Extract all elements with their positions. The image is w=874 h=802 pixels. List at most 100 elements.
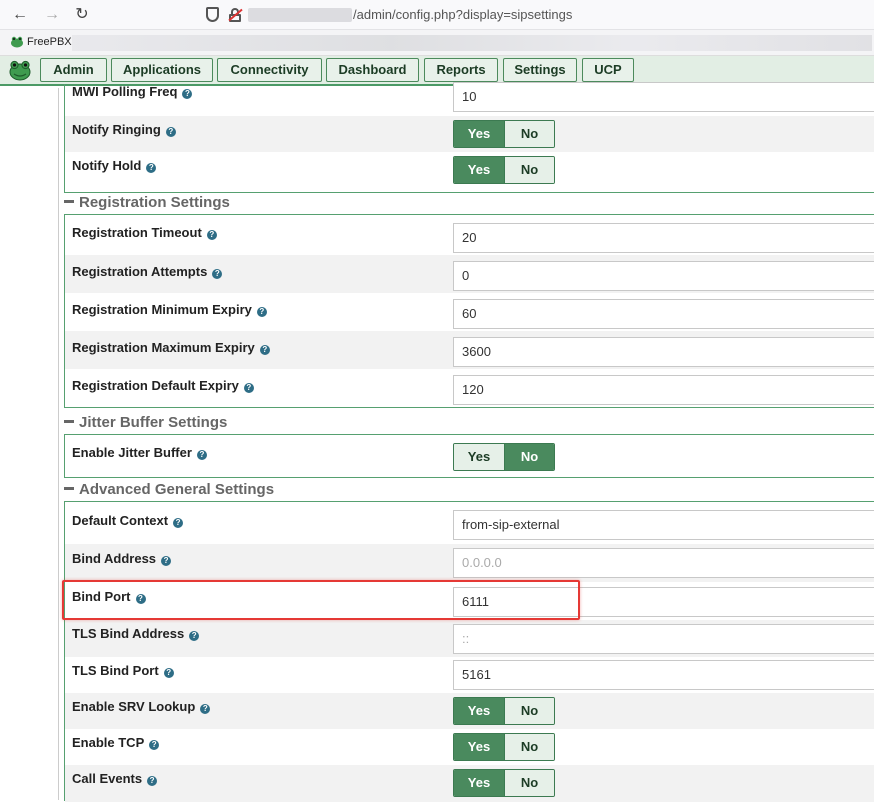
reg-min-expiry-label: Registration Minimum Expiry? [72,302,267,317]
help-icon[interactable]: ? [147,776,158,786]
call-events-label: Call Events? [72,771,158,786]
shield-icon[interactable] [206,7,219,22]
browser-toolbar: ← → ↻ /admin/config.php?display=sipsetti… [0,0,874,30]
enable-tcp-label: Enable TCP? [72,735,160,750]
back-arrow-icon[interactable]: ← [10,5,30,25]
reload-icon[interactable]: ↻ [72,5,92,25]
default-context-label: Default Context? [72,513,184,528]
notify-ringing-label: Notify Ringing? [72,122,176,137]
bookmarks-bar: FreePBX [0,30,874,56]
reg-min-expiry-row: Registration Minimum Expiry? 60 [65,293,874,331]
jitter-enable-row: Enable Jitter Buffer? Yes No [65,435,874,477]
forward-arrow-icon[interactable]: → [42,5,62,25]
tab-connectivity[interactable]: Connectivity [217,58,322,82]
help-icon[interactable]: ? [165,127,176,137]
redacted-bookmarks [72,35,872,51]
bind-port-highlight [62,580,580,620]
no-option[interactable]: No [504,734,554,760]
bind-address-input[interactable]: 0.0.0.0 [453,548,874,578]
redacted-host [248,8,352,22]
collapse-icon[interactable] [64,420,74,423]
call-events-row: Call Events? Yes No [65,765,874,802]
reg-timeout-label: Registration Timeout? [72,225,217,240]
help-icon[interactable]: ? [149,740,160,750]
help-icon[interactable]: ? [212,269,223,279]
no-option[interactable]: No [504,157,554,183]
tab-settings[interactable]: Settings [503,58,577,82]
srv-lookup-label: Enable SRV Lookup? [72,699,211,714]
help-icon[interactable]: ? [173,518,184,528]
tls-bind-address-input[interactable]: :: [453,624,874,654]
reg-timeout-input[interactable]: 20 [453,223,874,253]
tls-bind-address-row: TLS Bind Address? :: [65,620,874,657]
url-bar[interactable]: /admin/config.php?display=sipsettings [353,7,572,22]
reg-default-expiry-input[interactable]: 120 [453,375,874,405]
help-icon[interactable]: ? [196,450,207,460]
help-icon[interactable]: ? [146,163,157,173]
no-option[interactable]: No [504,698,554,724]
yes-option[interactable]: Yes [454,770,504,796]
call-events-toggle: Yes No [453,769,555,797]
help-icon[interactable]: ? [189,631,200,641]
tab-applications[interactable]: Applications [111,58,213,82]
bind-address-row: Bind Address? 0.0.0.0 [65,544,874,582]
reg-default-expiry-label: Registration Default Expiry? [72,378,254,393]
registration-panel: Registration Timeout? 20 Registration At… [64,214,874,408]
enable-tcp-toggle: Yes No [453,733,555,761]
jitter-panel: Enable Jitter Buffer? Yes No [64,434,874,478]
mwi-polling-row: MWI Polling Freq? 10 [65,82,874,116]
tls-bind-port-input[interactable]: 5161 [453,660,874,690]
tab-admin[interactable]: Admin [40,58,107,82]
no-option[interactable]: No [504,121,554,147]
default-context-input[interactable]: from-sip-external [453,510,874,540]
mwi-panel: MWI Polling Freq? 10 Notify Ringing? Yes… [64,82,874,193]
tls-bind-address-label: TLS Bind Address? [72,626,200,641]
no-option[interactable]: No [504,444,554,470]
reg-attempts-input[interactable]: 0 [453,261,874,291]
freepbx-logo-icon[interactable] [8,59,32,81]
notify-ringing-row: Notify Ringing? Yes No [65,116,874,152]
yes-option[interactable]: Yes [454,698,504,724]
notify-hold-toggle: Yes No [453,156,555,184]
tab-reports[interactable]: Reports [424,58,498,82]
reg-default-expiry-row: Registration Default Expiry? 120 [65,369,874,407]
reg-max-expiry-label: Registration Maximum Expiry? [72,340,270,355]
jitter-enable-label: Enable Jitter Buffer? [72,445,207,460]
help-icon[interactable]: ? [256,307,267,317]
yes-option[interactable]: Yes [454,444,504,470]
tls-bind-port-label: TLS Bind Port? [72,663,174,678]
enable-tcp-row: Enable TCP? Yes No [65,729,874,765]
no-option[interactable]: No [504,770,554,796]
insecure-lock-icon[interactable] [228,8,243,22]
srv-lookup-toggle: Yes No [453,697,555,725]
reg-max-expiry-input[interactable]: 3600 [453,337,874,367]
collapse-icon[interactable] [64,487,74,490]
notify-ringing-toggle: Yes No [453,120,555,148]
help-icon[interactable]: ? [259,345,270,355]
reg-attempts-label: Registration Attempts? [72,264,223,279]
collapse-icon[interactable] [64,200,74,203]
help-icon[interactable]: ? [243,383,254,393]
help-icon[interactable]: ? [161,556,172,566]
tab-dashboard[interactable]: Dashboard [326,58,419,82]
default-context-row: Default Context? from-sip-external [65,502,874,544]
mwi-polling-input[interactable]: 10 [453,82,874,112]
yes-option[interactable]: Yes [454,157,504,183]
advanced-section-header[interactable]: Advanced General Settings [64,481,274,498]
tls-bind-port-row: TLS Bind Port? 5161 [65,657,874,693]
yes-option[interactable]: Yes [454,121,504,147]
freepbx-frog-icon [11,36,23,48]
help-icon[interactable]: ? [200,704,211,714]
tab-ucp[interactable]: UCP [582,58,634,82]
help-icon[interactable]: ? [163,668,174,678]
jitter-enable-toggle: Yes No [453,443,555,471]
jitter-section-header[interactable]: Jitter Buffer Settings [64,414,227,431]
help-icon[interactable]: ? [206,230,217,240]
bind-address-label: Bind Address? [72,551,172,566]
yes-option[interactable]: Yes [454,734,504,760]
registration-section-header[interactable]: Registration Settings [64,194,230,211]
bookmark-freepbx[interactable]: FreePBX [27,36,72,48]
srv-lookup-row: Enable SRV Lookup? Yes No [65,693,874,729]
help-icon[interactable]: ? [182,89,193,99]
reg-min-expiry-input[interactable]: 60 [453,299,874,329]
